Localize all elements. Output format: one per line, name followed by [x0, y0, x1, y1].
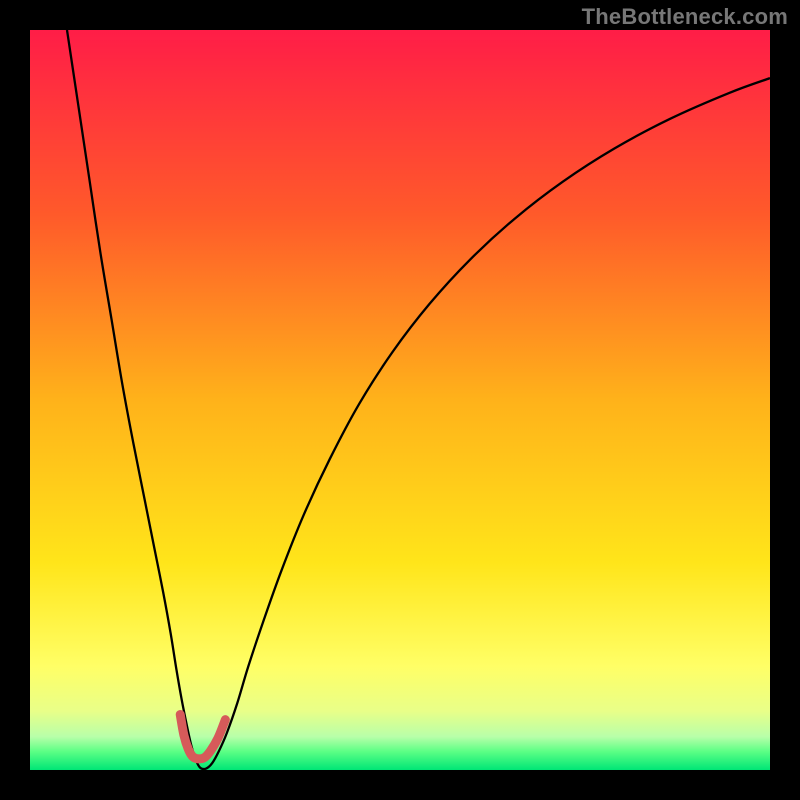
plot-area [30, 30, 770, 770]
chart-frame: TheBottleneck.com [0, 0, 800, 800]
watermark-text: TheBottleneck.com [582, 4, 788, 30]
series-bottleneck-curve [67, 30, 770, 769]
chart-curves [30, 30, 770, 770]
